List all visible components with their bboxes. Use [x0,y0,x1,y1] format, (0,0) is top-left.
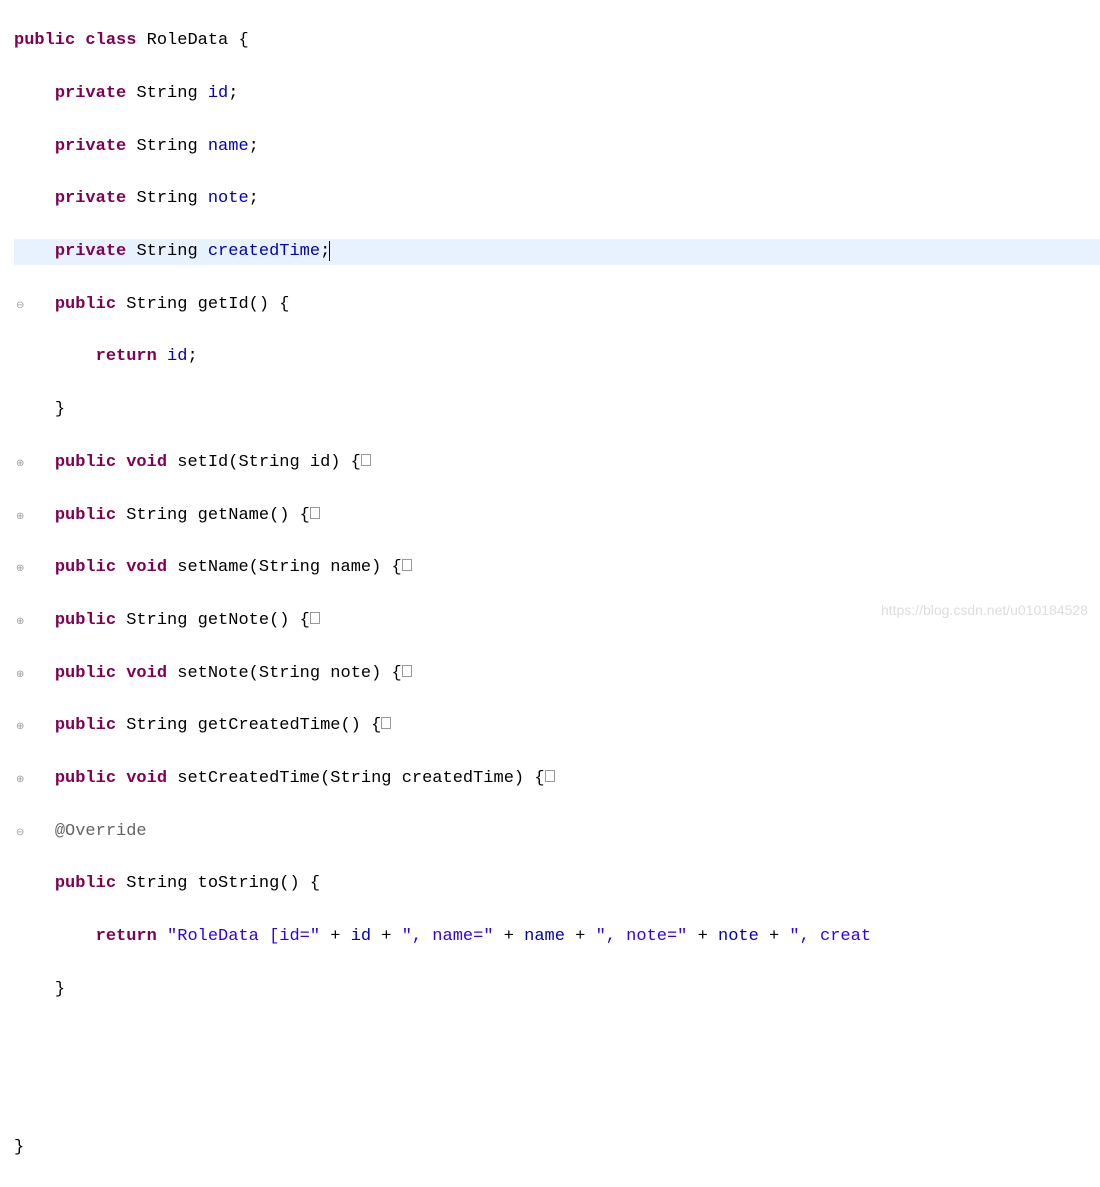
fold-expand-icon[interactable]: ⊕ [16,720,24,736]
folded-body-icon[interactable] [402,665,412,677]
code-line: ⊕ public void setName(String name) { [14,555,1100,581]
keyword-class: class [85,31,136,50]
code-line: ⊕ public void setCreatedTime(String crea… [14,766,1100,792]
code-line: private String name; [14,134,1100,160]
type-string: String [136,84,197,103]
keyword-public: public [14,31,75,50]
method-toString: toString [198,874,280,893]
fold-expand-icon[interactable]: ⊕ [16,510,24,526]
code-line: ⊕ public String getNote() { [14,608,1100,634]
text-cursor [329,241,330,261]
code-line: } [14,1135,1100,1161]
code-line [14,1029,1100,1055]
code-line: return "RoleData [id=" + id + ", name=" … [14,924,1100,950]
code-line: ⊖ @Override [14,819,1100,845]
class-name: RoleData [147,31,229,50]
keyword-private: private [55,189,126,208]
field-id: id [208,84,228,103]
annotation-override: @Override [55,822,147,841]
folded-body-icon[interactable] [381,717,391,729]
method-getName: getName [198,506,269,525]
keyword-return: return [96,927,157,946]
code-line-highlighted: private String createdTime; [14,239,1100,265]
code-line: ⊕ public void setNote(String note) { [14,661,1100,687]
keyword-public: public [55,295,116,314]
keyword-private: private [55,242,126,261]
folded-body-icon[interactable] [402,559,412,571]
code-editor[interactable]: public class RoleData { private String i… [0,0,1100,1187]
code-line [14,1082,1100,1108]
fold-collapse-icon[interactable]: ⊖ [16,299,24,315]
type-string: String [136,242,197,261]
code-line: } [14,977,1100,1003]
code-line: private String id; [14,81,1100,107]
fold-expand-icon[interactable]: ⊕ [16,773,24,789]
method-setCreatedTime: setCreatedTime [177,769,320,788]
folded-body-icon[interactable] [310,612,320,624]
code-line: public class RoleData { [14,28,1100,54]
field-createdTime: createdTime [208,242,320,261]
type-string: String [136,137,197,156]
code-line: ⊕ public String getCreatedTime() { [14,713,1100,739]
fold-collapse-icon[interactable]: ⊖ [16,826,24,842]
code-line: return id; [14,344,1100,370]
field-note: note [208,189,249,208]
code-line: } [14,397,1100,423]
field-name: name [208,137,249,156]
code-line: public String toString() { [14,871,1100,897]
keyword-private: private [55,84,126,103]
code-line: private String note; [14,186,1100,212]
type-string: String [136,189,197,208]
keyword-return: return [96,347,157,366]
method-getCreatedTime: getCreatedTime [198,716,341,735]
method-setId: setId [177,453,228,472]
method-setNote: setNote [177,664,248,683]
code-line: ⊕ public void setId(String id) { [14,450,1100,476]
fold-expand-icon[interactable]: ⊕ [16,562,24,578]
code-line: ⊕ public String getName() { [14,503,1100,529]
method-getId: getId [198,295,249,314]
fold-expand-icon[interactable]: ⊕ [16,668,24,684]
folded-body-icon[interactable] [310,507,320,519]
keyword-private: private [55,137,126,156]
folded-body-icon[interactable] [545,770,555,782]
code-line: ⊖ public String getId() { [14,292,1100,318]
folded-body-icon[interactable] [361,454,371,466]
method-getNote: getNote [198,611,269,630]
fold-expand-icon[interactable]: ⊕ [16,615,24,631]
method-setName: setName [177,558,248,577]
fold-expand-icon[interactable]: ⊕ [16,457,24,473]
